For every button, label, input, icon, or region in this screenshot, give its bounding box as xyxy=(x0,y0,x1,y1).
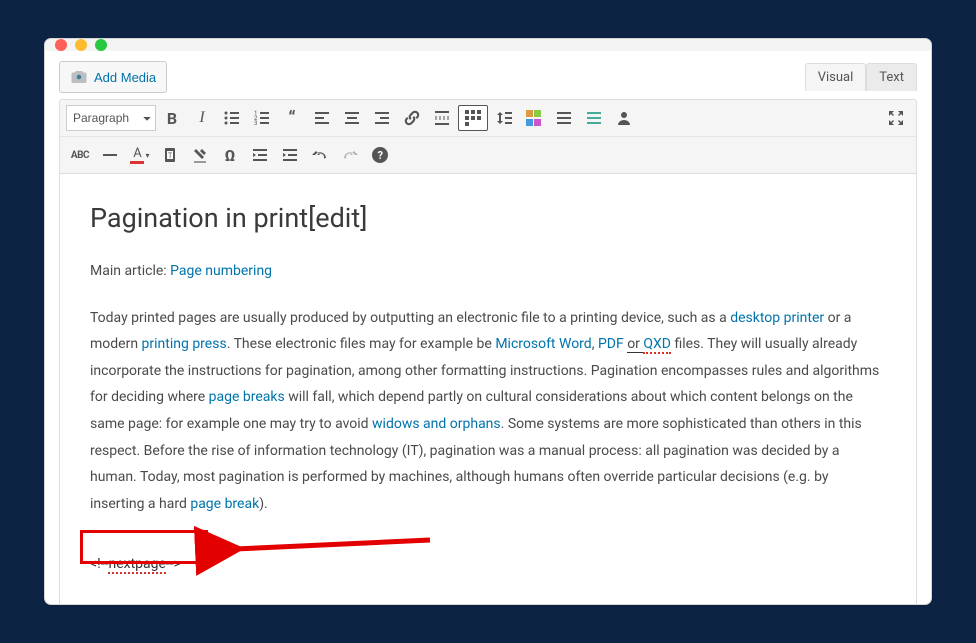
align-right-button[interactable] xyxy=(368,104,396,132)
outdent-button[interactable] xyxy=(246,141,274,169)
toolbar: Paragraph B I 123 “ xyxy=(59,99,917,174)
editor-mode-tabs: Visual Text xyxy=(805,63,917,91)
link-page-breaks[interactable]: page breaks xyxy=(209,389,285,405)
italic-button[interactable]: I xyxy=(188,104,216,132)
link-widows-orphans[interactable]: widows and orphans xyxy=(372,416,501,432)
align-center-button[interactable] xyxy=(338,104,366,132)
numbered-list-button[interactable]: 123 xyxy=(248,104,276,132)
height-button[interactable] xyxy=(490,104,518,132)
hr-button[interactable] xyxy=(96,141,124,169)
link-qxd[interactable]: QXD xyxy=(643,336,671,354)
minimize-icon[interactable] xyxy=(75,39,87,51)
content-heading[interactable]: Pagination in print[edit] xyxy=(90,202,886,234)
tadv-color-1-button[interactable] xyxy=(520,104,548,132)
special-char-button[interactable]: Ω xyxy=(216,141,244,169)
link-microsoft-word[interactable]: Microsoft Word xyxy=(495,336,591,352)
body-paragraph[interactable]: Today printed pages are usually produced… xyxy=(90,305,886,518)
tadv-justify-button[interactable] xyxy=(550,104,578,132)
undo-button[interactable] xyxy=(306,141,334,169)
link-button[interactable] xyxy=(398,104,426,132)
svg-text:3: 3 xyxy=(254,120,257,127)
read-more-button[interactable] xyxy=(428,104,456,132)
link-printing-press[interactable]: printing press xyxy=(142,336,227,352)
add-media-button[interactable]: Add Media xyxy=(59,61,167,93)
bullet-list-button[interactable] xyxy=(218,104,246,132)
indent-button[interactable] xyxy=(276,141,304,169)
media-icon xyxy=(70,68,88,86)
link-page-break[interactable]: page break xyxy=(190,496,259,512)
svg-text:?: ? xyxy=(378,149,384,162)
help-button[interactable]: ? xyxy=(366,141,394,169)
nextpage-tag[interactable]: <!--nextpage--> xyxy=(90,547,181,582)
add-media-label: Add Media xyxy=(94,70,156,85)
link-page-numbering[interactable]: Page numbering xyxy=(170,263,272,279)
strikethrough-button[interactable]: ABC xyxy=(66,141,94,169)
main-article-line[interactable]: Main article: Page numbering xyxy=(90,258,886,285)
tab-visual[interactable]: Visual xyxy=(805,63,867,91)
maximize-icon[interactable] xyxy=(95,39,107,51)
paste-text-button[interactable]: T xyxy=(156,141,184,169)
blockquote-button[interactable]: “ xyxy=(278,104,306,132)
link-desktop-printer[interactable]: desktop printer xyxy=(730,310,824,326)
editor-window: Add Media Visual Text Paragraph B I 123 … xyxy=(44,38,932,605)
link-pdf[interactable]: PDF xyxy=(598,336,624,352)
format-dropdown[interactable]: Paragraph xyxy=(66,105,156,131)
clear-format-button[interactable] xyxy=(186,141,214,169)
content-editor[interactable]: Pagination in print[edit] Main article: … xyxy=(59,174,917,605)
editor-top-row: Add Media Visual Text xyxy=(45,51,931,99)
editor-panel: Add Media Visual Text Paragraph B I 123 … xyxy=(45,51,931,605)
close-icon[interactable] xyxy=(55,39,67,51)
window-titlebar xyxy=(45,39,931,51)
fullscreen-button[interactable] xyxy=(882,104,910,132)
user-icon[interactable] xyxy=(610,104,638,132)
nextpage-line[interactable]: <!--nextpage--> xyxy=(90,547,886,582)
main-article-prefix: Main article: xyxy=(90,263,170,279)
tab-text[interactable]: Text xyxy=(866,63,917,91)
redo-button[interactable] xyxy=(336,141,364,169)
toolbar-toggle-button[interactable] xyxy=(458,105,488,131)
toolbar-row-2: ABC A▾ T Ω ? xyxy=(60,136,916,173)
text-color-button[interactable]: A▾ xyxy=(126,141,154,169)
bold-button[interactable]: B xyxy=(158,104,186,132)
align-left-button[interactable] xyxy=(308,104,336,132)
toolbar-row-1: Paragraph B I 123 “ xyxy=(60,100,916,136)
tadv-color-2-button[interactable] xyxy=(580,104,608,132)
